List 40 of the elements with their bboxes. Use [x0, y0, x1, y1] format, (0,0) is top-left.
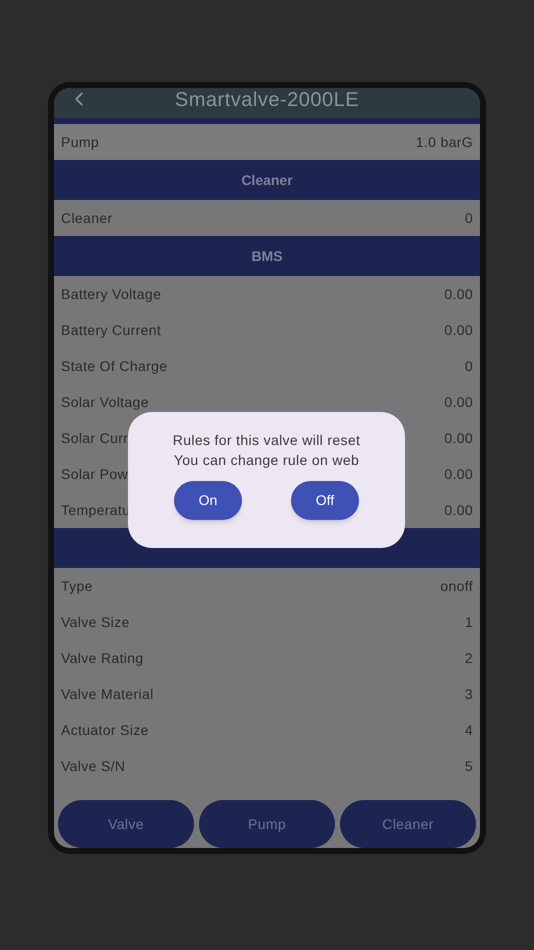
dialog-button[interactable]: Off [291, 481, 359, 520]
row-value: 0.00 [444, 320, 473, 340]
row-label: Type [61, 576, 93, 596]
row-value: 0.00 [444, 428, 473, 448]
row-label: Battery Voltage [61, 284, 162, 304]
row-label: Solar Curr [61, 428, 128, 448]
tab-button[interactable]: Pump [199, 800, 335, 848]
row-value: 0.00 [444, 500, 473, 520]
row-label: Valve Size [61, 612, 130, 632]
row-value: 0.00 [444, 392, 473, 412]
section-title: BMS [251, 246, 283, 266]
tab-button[interactable]: Valve [58, 800, 194, 848]
dialog-message-line: You can change rule on web [174, 451, 360, 470]
row-label: Solar Voltage [61, 392, 149, 412]
row-value: 2 [464, 648, 473, 668]
row-value: 3 [464, 684, 473, 704]
row-label: Valve Material [61, 684, 154, 704]
row-value: 0 [464, 208, 473, 228]
row-label: State Of Charge [61, 356, 168, 376]
row-label: Solar Pow [61, 464, 128, 484]
row-label: Valve Rating [61, 648, 144, 668]
row-value: 0.00 [444, 284, 473, 304]
row-value: 0 [464, 356, 473, 376]
row-label: Temperatu [61, 500, 130, 520]
section-title: Cleaner [241, 170, 293, 190]
row-value: 1.0 barG [416, 132, 473, 152]
screen-title: Smartvalve-2000LE [174, 89, 360, 111]
dialog-message-line: Rules for this valve will reset [172, 431, 360, 450]
row-label: Battery Current [61, 320, 162, 340]
row-value: onoff [440, 576, 473, 596]
row-value: 5 [464, 756, 473, 776]
row-label: Actuator Size [61, 720, 149, 740]
row-value: 4 [464, 720, 473, 740]
tab-button[interactable]: Cleaner [340, 800, 476, 848]
row-value: 1 [464, 612, 473, 632]
row-value: 0.00 [444, 464, 473, 484]
row-label: Pump [61, 132, 99, 152]
row-label: Cleaner [61, 208, 112, 228]
dialog-button[interactable]: On [174, 481, 242, 520]
row-label: Valve S/N [61, 756, 126, 776]
